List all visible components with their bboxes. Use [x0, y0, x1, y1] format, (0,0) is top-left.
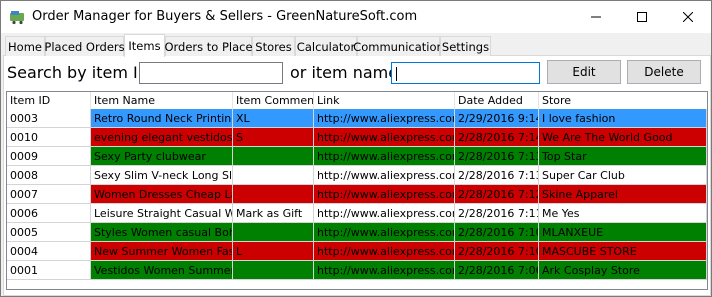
- item-id-cell[interactable]: 0005: [7, 223, 91, 242]
- items-grid[interactable]: Item ID Item Name Item Comment Link Date…: [6, 91, 708, 290]
- item-comment-cell[interactable]: [233, 185, 314, 204]
- store-cell[interactable]: Ark Cosplay Store: [539, 261, 707, 280]
- date-added-cell[interactable]: 2/28/2016 7:13:: [455, 166, 539, 185]
- table-row[interactable]: 0007Women Dresses Cheap Lace http://www.a…: [7, 185, 707, 204]
- item-id-cell[interactable]: 0009: [7, 147, 91, 166]
- tab-placed-orders[interactable]: Placed Orders: [44, 36, 125, 56]
- store-cell[interactable]: Me Yes: [539, 204, 707, 223]
- date-added-cell[interactable]: 2/28/2016 7:12:: [455, 185, 539, 204]
- column-header-item-name[interactable]: Item Name: [91, 92, 233, 109]
- search-name-label: or item name: [290, 63, 399, 82]
- column-header-date-added[interactable]: Date Added: [455, 92, 539, 109]
- item-id-cell[interactable]: 0007: [7, 185, 91, 204]
- tab-settings[interactable]: Settings: [440, 36, 491, 56]
- item-comment-cell[interactable]: Mark as Gift: [233, 204, 314, 223]
- column-header-item-id[interactable]: Item ID: [7, 92, 91, 109]
- column-header-store[interactable]: Store: [539, 92, 707, 109]
- store-cell[interactable]: We Are The World Good: [539, 128, 707, 147]
- item-id-cell[interactable]: 0008: [7, 166, 91, 185]
- delete-button[interactable]: Delete: [627, 60, 701, 84]
- item-id-cell[interactable]: 0003: [7, 109, 91, 128]
- edit-button[interactable]: Edit: [547, 60, 621, 84]
- item-name-input[interactable]: [391, 62, 540, 84]
- item-name-cell[interactable]: evening elegant vestidos ne: [91, 128, 233, 147]
- item-name-cell[interactable]: New Summer Women Fashio: [91, 242, 233, 261]
- table-row[interactable]: 0006Leisure Straight Casual WomMark as G…: [7, 204, 707, 223]
- table-row[interactable]: 0004New Summer Women FashioLhttp://www.a…: [7, 242, 707, 261]
- item-id-cell[interactable]: 0006: [7, 204, 91, 223]
- item-comment-cell[interactable]: [233, 147, 314, 166]
- store-cell[interactable]: MLANXEUE: [539, 223, 707, 242]
- tab-items[interactable]: Items: [124, 34, 165, 57]
- item-id-cell[interactable]: 0004: [7, 242, 91, 261]
- item-name-cell[interactable]: Women Dresses Cheap Lace: [91, 185, 233, 204]
- tab-communication[interactable]: Communication: [353, 36, 444, 56]
- date-added-cell[interactable]: 2/28/2016 7:06:: [455, 261, 539, 280]
- table-row[interactable]: 0005Styles Women casual Bohem http://www.…: [7, 223, 707, 242]
- date-added-cell[interactable]: 2/28/2016 7:13:: [455, 147, 539, 166]
- date-added-cell[interactable]: 2/29/2016 9:14:0: [455, 109, 539, 128]
- tab-calculator[interactable]: Calculator: [295, 36, 357, 56]
- tab-stores[interactable]: Stores: [252, 36, 295, 56]
- date-added-cell[interactable]: 2/28/2016 7:10:: [455, 223, 539, 242]
- store-cell[interactable]: I love fashion: [539, 109, 707, 128]
- maximize-icon: [637, 11, 647, 22]
- item-comment-cell[interactable]: [233, 166, 314, 185]
- title-bar[interactable]: Order Manager for Buyers & Sellers - Gre…: [1, 1, 711, 33]
- window-title: Order Manager for Buyers & Sellers - Gre…: [32, 9, 418, 24]
- item-comment-cell[interactable]: XL: [233, 109, 314, 128]
- column-header-item-comment[interactable]: Item Comment: [233, 92, 314, 109]
- store-cell[interactable]: MASCUBE STORE: [539, 242, 707, 261]
- close-icon: [683, 11, 693, 22]
- tab-home[interactable]: Home: [5, 36, 45, 56]
- store-cell[interactable]: Skine Apparel: [539, 185, 707, 204]
- text-caret: [396, 67, 397, 81]
- date-added-cell[interactable]: 2/28/2016 7:11:: [455, 204, 539, 223]
- item-name-cell[interactable]: Sexy Party clubwear: [91, 147, 233, 166]
- maximize-button[interactable]: [619, 1, 665, 32]
- link-cell[interactable]: http://www.aliexpress.com/i: [314, 204, 455, 223]
- item-comment-cell[interactable]: S: [233, 128, 314, 147]
- item-comment-cell[interactable]: [233, 261, 314, 280]
- column-header-link[interactable]: Link: [314, 92, 455, 109]
- close-button[interactable]: [665, 1, 711, 32]
- item-id-cell[interactable]: 0010: [7, 128, 91, 147]
- table-row[interactable]: 0008Sexy Slim V-neck Long Sleeve http://w…: [7, 166, 707, 185]
- app-window: Order Manager for Buyers & Sellers - Gre…: [0, 0, 712, 297]
- link-cell[interactable]: http://www.aliexpress.com/i: [314, 261, 455, 280]
- date-added-cell[interactable]: 2/28/2016 7:14:: [455, 128, 539, 147]
- app-cart-icon: [10, 11, 24, 25]
- table-row[interactable]: 0010evening elegant vestidos neShttp://w…: [7, 128, 707, 147]
- item-id-cell[interactable]: 0001: [7, 261, 91, 280]
- link-cell[interactable]: http://www.aliexpress.com/i: [314, 166, 455, 185]
- link-cell[interactable]: http://www.aliexpress.com/i: [314, 128, 455, 147]
- minimize-button[interactable]: [573, 1, 619, 32]
- item-name-cell[interactable]: Sexy Slim V-neck Long Sleeve: [91, 166, 233, 185]
- link-cell[interactable]: http://www.aliexpress.com/i: [314, 147, 455, 166]
- date-added-cell[interactable]: 2/28/2016 7:10:: [455, 242, 539, 261]
- item-name-cell[interactable]: Styles Women casual Bohem: [91, 223, 233, 242]
- link-cell[interactable]: http://www.aliexpress.com/i: [314, 185, 455, 204]
- minimize-icon: [591, 16, 601, 17]
- store-cell[interactable]: Top Star: [539, 147, 707, 166]
- item-name-cell[interactable]: Leisure Straight Casual Wom: [91, 204, 233, 223]
- item-name-cell[interactable]: Vestidos Women Summer Dr: [91, 261, 233, 280]
- table-row[interactable]: 0001Vestidos Women Summer Dr http://www.a…: [7, 261, 707, 280]
- link-cell[interactable]: http://www.aliexpress.com/i: [314, 242, 455, 261]
- tab-orders-to-place[interactable]: Orders to Place: [164, 36, 253, 56]
- item-comment-cell[interactable]: [233, 223, 314, 242]
- table-row[interactable]: 0009 Sexy Party clubwear http://www.aliexp…: [7, 147, 707, 166]
- link-cell[interactable]: http://www.aliexpress.com/i: [314, 109, 455, 128]
- grid-header: Item ID Item Name Item Comment Link Date…: [7, 92, 707, 109]
- store-cell[interactable]: Super Car Club: [539, 166, 707, 185]
- item-name-cell[interactable]: Retro Round Neck Printing Sl: [91, 109, 233, 128]
- item-id-input[interactable]: [139, 62, 283, 84]
- search-id-label: Search by item ID: [7, 63, 151, 82]
- table-row[interactable]: 0003Retro Round Neck Printing SlXLhttp:/…: [7, 109, 707, 128]
- tab-strip: Home Placed Orders Items Orders to Place…: [3, 34, 711, 57]
- item-comment-cell[interactable]: L: [233, 242, 314, 261]
- link-cell[interactable]: http://www.aliexpress.com/i: [314, 223, 455, 242]
